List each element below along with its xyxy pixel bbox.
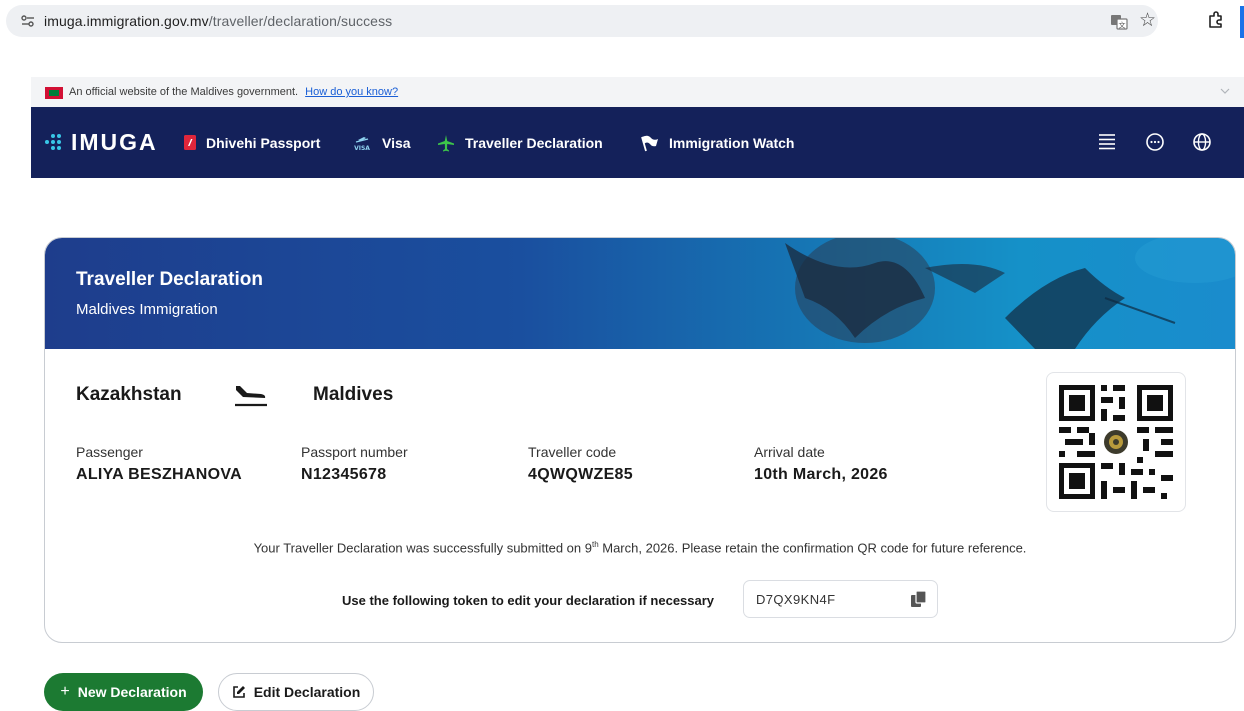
passport-number-label: Passport number	[301, 444, 408, 460]
bookmark-star-icon[interactable]: ☆	[1139, 11, 1156, 31]
plus-icon: +	[60, 683, 70, 700]
how-do-you-know-link[interactable]: How do you know?	[305, 86, 398, 98]
passenger-label: Passenger	[76, 444, 143, 460]
edit-declaration-button[interactable]: Edit Declaration	[218, 673, 374, 711]
svg-text:VISA: VISA	[354, 145, 370, 152]
official-banner: An official website of the Maldives gove…	[31, 77, 1244, 108]
visa-icon: VISA	[352, 134, 372, 152]
origin-country: Kazakhstan	[76, 384, 182, 405]
official-text: An official website of the Maldives gove…	[69, 86, 299, 98]
manta-ray-illustration	[785, 238, 1235, 349]
edit-icon	[232, 685, 246, 699]
destination-country: Maldives	[313, 384, 394, 405]
logo-text: IMUGA	[71, 128, 158, 155]
arrival-date-value: 10th March, 2026	[754, 466, 888, 483]
site-settings-icon[interactable]	[20, 13, 36, 29]
confirmation-qr-code	[1046, 372, 1186, 512]
nav-label: Dhivehi Passport	[206, 134, 321, 151]
maldives-flag-icon	[45, 87, 63, 99]
chevron-down-icon[interactable]	[1220, 86, 1230, 96]
qr-code-image	[1059, 385, 1173, 499]
translate-icon[interactable]: 文	[1110, 14, 1128, 30]
url-host: imuga.immigration.gov.mv	[44, 13, 209, 29]
passport-icon	[184, 135, 196, 150]
copy-icon[interactable]	[910, 590, 927, 608]
profile-edge	[1240, 6, 1244, 38]
passport-number-value: N12345678	[301, 466, 387, 483]
nav-dhivehi-passport[interactable]: Dhivehi Passport	[184, 107, 320, 178]
edit-declaration-label: Edit Declaration	[253, 684, 361, 700]
nav-label: Visa	[382, 134, 411, 151]
menu-icon[interactable]	[1096, 131, 1118, 153]
browser-toolbar: imuga.immigration.gov.mv/traveller/decla…	[0, 0, 1244, 44]
nav-label: Immigration Watch	[669, 134, 795, 151]
nav-visa[interactable]: VISA Visa	[352, 107, 411, 178]
success-suffix: March, 2026. Please retain the confirmat…	[598, 540, 1027, 556]
nav-immigration-watch[interactable]: Immigration Watch	[639, 107, 795, 178]
imuga-logo[interactable]: IMUGA	[45, 129, 158, 155]
token-instruction: Use the following token to edit your dec…	[342, 593, 715, 608]
address-bar[interactable]: imuga.immigration.gov.mv/traveller/decla…	[6, 5, 1158, 37]
card-subtitle: Maldives Immigration	[76, 301, 218, 318]
new-declaration-button[interactable]: + New Declaration	[44, 673, 203, 711]
success-message: Your Traveller Declaration was successfu…	[45, 540, 1235, 555]
new-declaration-label: New Declaration	[77, 684, 187, 700]
declaration-card: Traveller Declaration Maldives Immigrati…	[44, 237, 1236, 643]
arrival-date-label: Arrival date	[754, 444, 825, 460]
nav-label: Traveller Declaration	[465, 134, 603, 151]
token-value[interactable]: D7QX9KN4F	[756, 592, 835, 607]
official-banner-text: An official website of the Maldives gove…	[69, 86, 398, 98]
nav-traveller-declaration[interactable]: Traveller Declaration	[437, 107, 603, 178]
globe-icon[interactable]	[1191, 131, 1213, 153]
svg-text:文: 文	[1119, 21, 1126, 30]
success-ordinal: th	[591, 540, 599, 549]
chat-icon[interactable]	[1144, 131, 1166, 153]
landing-plane-icon	[235, 386, 267, 407]
card-title: Traveller Declaration	[76, 269, 263, 290]
passenger-value: ALIYA BESZHANOVA	[76, 466, 243, 483]
airplane-icon	[437, 134, 455, 152]
url-text: imuga.immigration.gov.mv/traveller/decla…	[44, 13, 392, 29]
flag-icon	[639, 134, 659, 152]
card-header: Traveller Declaration Maldives Immigrati…	[45, 238, 1235, 349]
main-navigation: IMUGA Dhivehi Passport VISA Visa Travell…	[31, 107, 1244, 178]
success-prefix: Your Traveller Declaration was successfu…	[253, 540, 592, 556]
extensions-icon[interactable]	[1206, 10, 1226, 30]
traveller-code-label: Traveller code	[528, 444, 617, 460]
url-path: /traveller/declaration/success	[208, 13, 393, 29]
logo-dots-icon	[45, 134, 65, 150]
token-field[interactable]: D7QX9KN4F	[743, 580, 938, 618]
traveller-code-value: 4QWQWZE85	[528, 466, 633, 483]
